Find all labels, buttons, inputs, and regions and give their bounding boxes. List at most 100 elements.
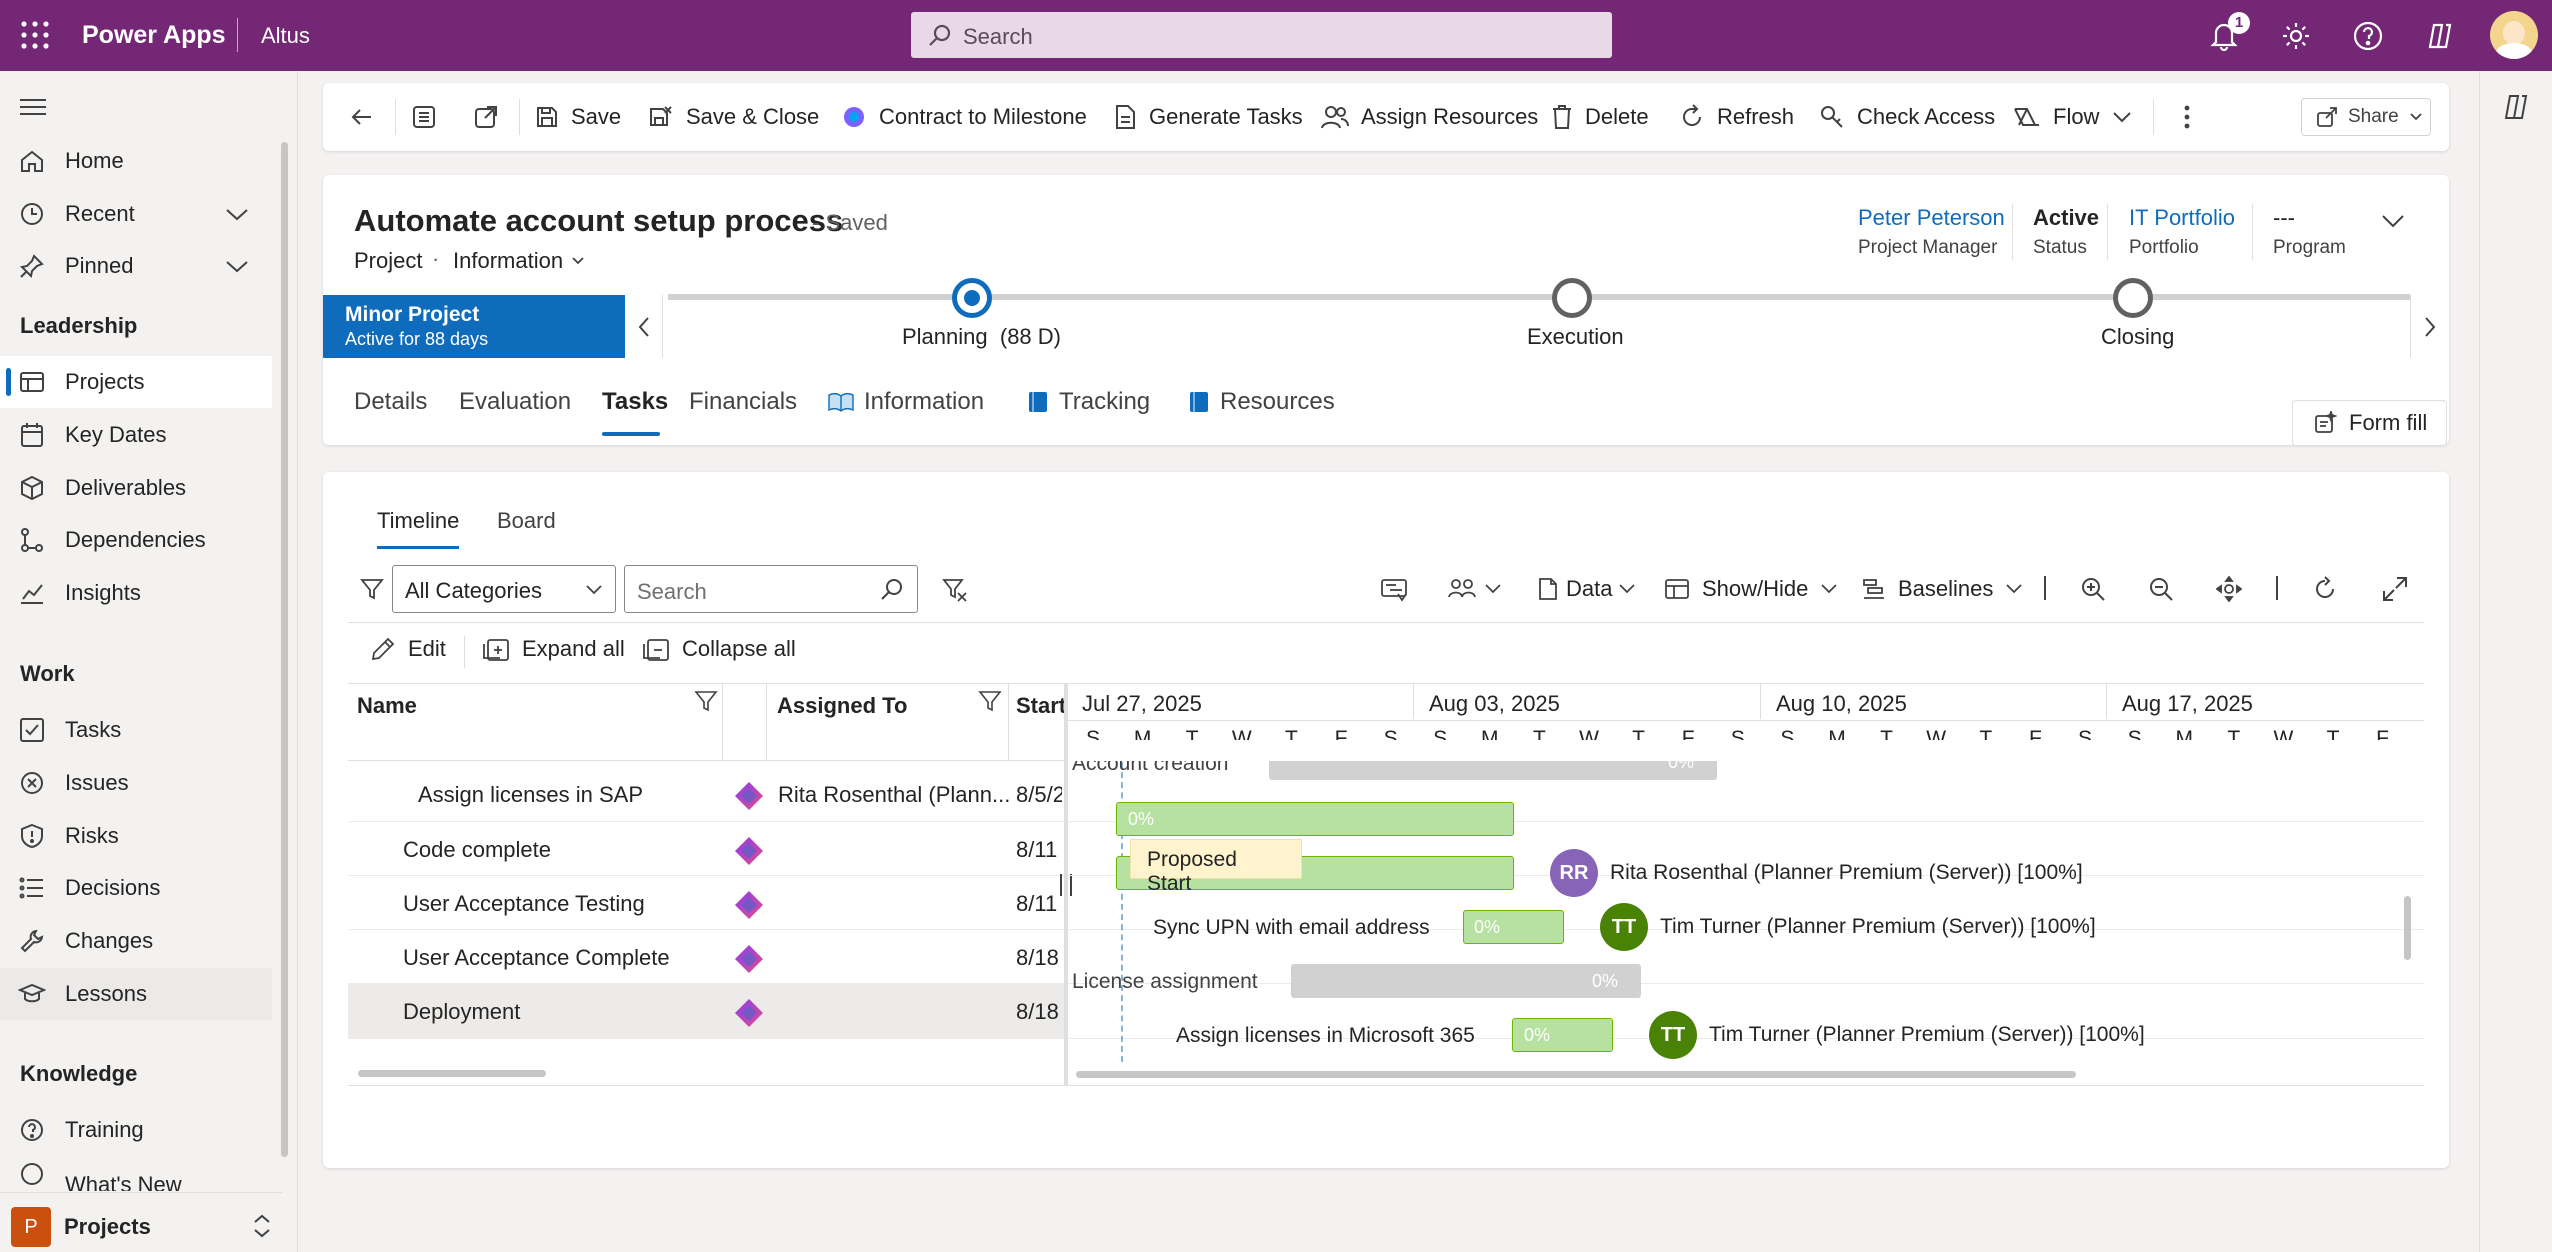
area-switcher[interactable]: P Projects [0, 1192, 282, 1252]
tab-details[interactable]: Details [354, 388, 427, 416]
fit-to-screen-icon[interactable] [2216, 576, 2242, 602]
more-commands-icon[interactable] [2183, 83, 2191, 151]
environment-name[interactable]: Altus [261, 23, 310, 49]
edit-button[interactable]: Edit [370, 636, 446, 662]
table-row-name[interactable]: Code complete [403, 837, 551, 863]
nav-key-dates[interactable]: Key Dates [0, 409, 272, 461]
bpf-stage-execution-marker[interactable] [1552, 278, 1592, 318]
expand-all-button[interactable]: Expand all [482, 636, 625, 662]
sidebar-scrollbar[interactable] [281, 142, 288, 1157]
project-manager-value[interactable]: Peter Peterson [1858, 205, 2005, 231]
help-icon[interactable] [2352, 20, 2384, 52]
resource-view-button[interactable] [1448, 577, 1502, 601]
gantt-horizontal-scrollbar[interactable] [1076, 1071, 2076, 1078]
collapse-all-button[interactable]: Collapse all [642, 636, 796, 662]
form-view-button[interactable] [411, 83, 449, 151]
save-button[interactable]: Save [535, 83, 621, 151]
show-hide-dropdown[interactable]: Show/Hide [1664, 576, 1838, 602]
table-row-name[interactable]: User Acceptance Testing [403, 891, 645, 917]
tab-tracking[interactable]: Tracking [1027, 388, 1150, 416]
app-launcher-icon[interactable] [20, 20, 50, 50]
filter-funnel-icon[interactable] [360, 577, 384, 601]
nav-issues[interactable]: Issues [0, 757, 272, 809]
name-filter-icon[interactable] [694, 689, 718, 713]
notifications-button[interactable]: 1 [2208, 12, 2250, 54]
header-expand-chevron-icon[interactable] [2380, 212, 2406, 230]
table-row-name[interactable]: Assign licenses in SAP [418, 782, 643, 808]
tab-evaluation[interactable]: Evaluation [459, 388, 571, 416]
check-access-button[interactable]: Check Access [1819, 83, 1995, 151]
tab-tasks[interactable]: Tasks [602, 388, 668, 416]
table-row-name[interactable]: User Acceptance Complete [403, 945, 670, 971]
tab-financials[interactable]: Financials [689, 388, 797, 416]
contract-to-milestone-button[interactable]: Contract to Milestone [841, 83, 1087, 151]
nav-decisions[interactable]: Decisions [0, 862, 272, 914]
gantt-task-bar[interactable] [1116, 802, 1514, 836]
nav-risks[interactable]: Risks [0, 810, 272, 862]
tab-resources[interactable]: Resources [1188, 388, 1335, 416]
subtab-board[interactable]: Board [497, 508, 556, 534]
chevron-down-icon[interactable] [224, 254, 250, 278]
nav-pinned[interactable]: Pinned [0, 240, 272, 292]
settings-gear-icon[interactable] [2280, 20, 2312, 52]
zoom-out-icon[interactable] [2148, 576, 2174, 602]
assigned-filter-icon[interactable] [978, 689, 1002, 713]
table-row-name[interactable]: Deployment [403, 999, 520, 1025]
back-button[interactable] [349, 83, 387, 151]
copilot-rail-icon[interactable] [2500, 91, 2532, 123]
flow-button[interactable]: Flow [2013, 83, 2099, 151]
grid-horizontal-scrollbar[interactable] [358, 1070, 546, 1077]
column-header-start[interactable]: Start [1016, 693, 1066, 719]
task-search-input[interactable]: Search [624, 565, 918, 613]
gantt-summary-bar[interactable] [1291, 964, 1641, 998]
portfolio-value[interactable]: IT Portfolio [2129, 205, 2235, 231]
nav-deliverables[interactable]: Deliverables [0, 462, 272, 514]
flow-dropdown-chevron-icon[interactable] [2111, 83, 2133, 151]
nav-whats-new[interactable]: What's New [0, 1157, 272, 1191]
assign-resources-button[interactable]: Assign Resources [1321, 83, 1538, 151]
column-header-name[interactable]: Name [357, 693, 417, 719]
open-new-window-button[interactable] [473, 83, 511, 151]
header-field-project-manager[interactable]: Peter Peterson Project Manager [1858, 205, 2005, 259]
share-button[interactable]: Share [2301, 98, 2431, 136]
chevron-down-icon[interactable] [224, 202, 250, 226]
form-selector[interactable]: Information [453, 248, 585, 274]
baselines-dropdown[interactable]: Baselines [1862, 576, 2023, 602]
hamburger-menu-icon[interactable] [20, 97, 46, 117]
nav-dependencies[interactable]: Dependencies [0, 514, 272, 566]
user-avatar[interactable] [2490, 11, 2538, 59]
nav-home[interactable]: Home [0, 135, 272, 187]
save-close-button[interactable]: Save & Close [648, 83, 819, 151]
form-fill-button[interactable]: Form fill [2292, 400, 2447, 446]
reset-view-icon[interactable] [2312, 576, 2338, 602]
category-dropdown[interactable]: All Categories [392, 565, 616, 613]
refresh-button[interactable]: Refresh [1679, 83, 1794, 151]
tab-information[interactable]: Information [828, 388, 984, 416]
delete-button[interactable]: Delete [1551, 83, 1649, 151]
clear-filter-icon[interactable] [942, 577, 968, 603]
bpf-stage-closing-label[interactable]: Closing [2101, 324, 2174, 350]
nav-recent[interactable]: Recent [0, 188, 272, 240]
gantt-vertical-scrollbar[interactable] [2404, 896, 2411, 960]
header-field-portfolio[interactable]: IT Portfolio Portfolio [2129, 205, 2235, 259]
nav-changes[interactable]: Changes [0, 915, 272, 967]
nav-lessons[interactable]: Lessons [0, 968, 272, 1020]
zoom-in-icon[interactable] [2080, 576, 2106, 602]
bpf-stage-execution-label[interactable]: Execution [1527, 324, 1624, 350]
app-name[interactable]: Power Apps [82, 21, 226, 50]
copilot-icon[interactable] [2424, 20, 2456, 52]
bpf-stage-planning-label[interactable]: Planning (88 D) [902, 324, 1061, 350]
global-search-input[interactable]: Search [911, 12, 1612, 58]
nav-training[interactable]: Training [0, 1104, 272, 1156]
nav-tasks[interactable]: Tasks [0, 704, 272, 756]
bpf-next-button[interactable] [2410, 295, 2448, 358]
nav-projects[interactable]: Projects [0, 356, 272, 408]
bpf-prev-button[interactable] [625, 295, 663, 358]
column-header-assigned-to[interactable]: Assigned To [777, 693, 907, 719]
data-dropdown[interactable]: Data [1536, 576, 1636, 602]
critical-path-icon[interactable] [1380, 577, 1408, 603]
bpf-stage-closing-marker[interactable] [2113, 278, 2153, 318]
bpf-active-stage[interactable]: Minor Project Active for 88 days [323, 295, 625, 358]
subtab-timeline[interactable]: Timeline [377, 508, 459, 534]
nav-insights[interactable]: Insights [0, 567, 272, 619]
